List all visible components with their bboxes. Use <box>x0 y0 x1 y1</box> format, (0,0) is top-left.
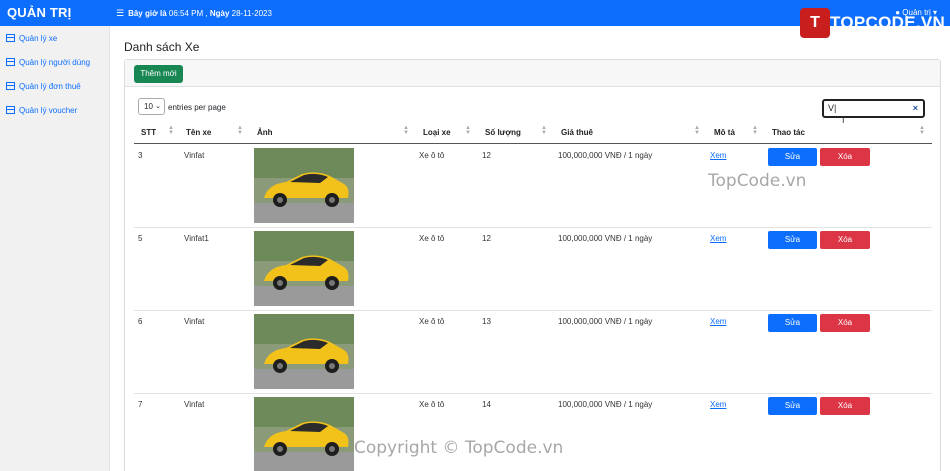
view-description-link[interactable]: Xem <box>710 400 726 409</box>
watermark-bottom: Copyright © TopCode.vn <box>354 438 564 458</box>
column-header-type[interactable]: Loại xe <box>423 128 451 137</box>
sort-icon[interactable]: ▲ ▼ <box>541 125 547 136</box>
logo-mark: T <box>800 8 830 38</box>
row-divider <box>134 393 932 394</box>
sort-icon[interactable]: ▲ ▼ <box>919 125 925 136</box>
column-header-price[interactable]: Giá thuê <box>561 128 593 137</box>
sidebar-item-vouchers[interactable]: Quản lý voucher <box>6 106 77 115</box>
delete-button[interactable]: Xóa <box>820 397 870 415</box>
sort-icon[interactable]: ▲ ▼ <box>403 125 409 136</box>
edit-button[interactable]: Sửa <box>768 231 817 249</box>
table-icon <box>6 106 15 114</box>
edit-button[interactable]: Sửa <box>768 148 817 166</box>
car-thumbnail <box>254 314 354 389</box>
cell-stt: 6 <box>138 317 143 326</box>
add-new-button[interactable]: Thêm mới <box>134 65 183 83</box>
chevron-down-icon: ⌄ <box>155 103 161 110</box>
cell-type: Xe ô tô <box>419 317 445 326</box>
table-header-divider <box>134 143 932 144</box>
table-icon <box>6 58 15 66</box>
card-header: Thêm mới <box>125 60 940 87</box>
cell-name: Vinfat <box>184 151 205 160</box>
sidebar-item-orders[interactable]: Quản lý đơn thuê <box>6 82 81 91</box>
sidebar-item-cars[interactable]: Quản lý xe <box>6 34 57 43</box>
sort-icon[interactable]: ▲ ▼ <box>237 125 243 136</box>
clear-search-icon[interactable]: × <box>913 101 918 116</box>
cell-quantity: 12 <box>482 151 491 160</box>
sidebar-item-label: Quản lý xe <box>19 34 58 43</box>
cell-type: Xe ô tô <box>419 151 445 160</box>
sort-icon[interactable]: ▲ ▼ <box>694 125 700 136</box>
sidebar-item-label: Quản lý voucher <box>19 106 78 115</box>
content-card: Thêm mới <box>124 59 941 471</box>
edit-button[interactable]: Sửa <box>768 314 817 332</box>
cell-name: Vinfat <box>184 400 205 409</box>
entries-per-page-select[interactable]: 10 ⌄ <box>138 98 165 115</box>
watermark-middle: TopCode.vn <box>708 171 807 191</box>
view-description-link[interactable]: Xem <box>710 234 726 243</box>
sidebar-item-users[interactable]: Quản lý người dùng <box>6 58 90 67</box>
brand-title[interactable]: QUẢN TRỊ <box>7 5 71 20</box>
column-header-quantity[interactable]: Số lượng <box>485 128 521 137</box>
sort-icon[interactable]: ▲ ▼ <box>465 125 471 136</box>
car-thumbnail <box>254 397 354 471</box>
page-title: Danh sách Xe <box>124 40 200 54</box>
menu-icon[interactable]: ☰ <box>116 8 124 18</box>
search-value: V| <box>828 103 837 113</box>
car-thumbnail <box>254 148 354 223</box>
sidebar-item-label: Quản lý đơn thuê <box>19 82 81 91</box>
cell-quantity: 13 <box>482 317 491 326</box>
cell-stt: 5 <box>138 234 143 243</box>
clock-prefix: Bây giờ là <box>128 9 167 18</box>
cell-quantity: 12 <box>482 234 491 243</box>
cell-name: Vinfat <box>184 317 205 326</box>
delete-button[interactable]: Xóa <box>820 148 870 166</box>
cell-name: Vinfat1 <box>184 234 209 243</box>
cell-type: Xe ô tô <box>419 234 445 243</box>
sort-icon[interactable]: ▲ ▼ <box>752 125 758 136</box>
entries-label: entries per page <box>168 103 226 112</box>
entries-value: 10 <box>144 102 153 111</box>
sort-icon[interactable]: ▲ ▼ <box>168 125 174 136</box>
delete-button[interactable]: Xóa <box>820 231 870 249</box>
row-divider <box>134 310 932 311</box>
table-icon <box>6 82 15 90</box>
cell-price: 100,000,000 VNĐ / 1 ngày <box>558 151 653 160</box>
cell-stt: 7 <box>138 400 143 409</box>
view-description-link[interactable]: Xem <box>710 151 726 160</box>
cell-price: 100,000,000 VNĐ / 1 ngày <box>558 317 653 326</box>
table-icon <box>6 34 15 42</box>
column-header-stt[interactable]: STT <box>141 128 156 137</box>
clock-time: 06:54 PM <box>168 9 204 18</box>
search-input[interactable]: V| × <box>822 99 925 118</box>
row-divider <box>134 227 932 228</box>
cell-price: 100,000,000 VNĐ / 1 ngày <box>558 400 653 409</box>
clock-date: 28-11-2023 <box>231 9 272 18</box>
cell-price: 100,000,000 VNĐ / 1 ngày <box>558 234 653 243</box>
delete-button[interactable]: Xóa <box>820 314 870 332</box>
clock-day-label: Ngày <box>209 9 230 18</box>
cell-type: Xe ô tô <box>419 400 445 409</box>
clock-display: ☰ Bây giờ là 06:54 PM , Ngày 28-11-2023 <box>116 8 272 18</box>
column-header-image[interactable]: Ảnh <box>257 128 273 137</box>
view-description-link[interactable]: Xem <box>710 317 726 326</box>
edit-button[interactable]: Sửa <box>768 397 817 415</box>
column-header-actions[interactable]: Thao tác <box>772 128 805 137</box>
column-header-name[interactable]: Tên xe <box>186 128 211 137</box>
text-cursor-icon: I <box>842 115 845 125</box>
car-thumbnail <box>254 231 354 306</box>
topcode-logo: T TOPCODE.VN <box>800 8 945 38</box>
sidebar <box>0 26 110 471</box>
logo-text: TOPCODE.VN <box>830 13 946 32</box>
cell-stt: 3 <box>138 151 143 160</box>
sidebar-item-label: Quản lý người dùng <box>19 58 91 67</box>
column-header-description[interactable]: Mô tả <box>714 128 735 137</box>
cell-quantity: 14 <box>482 400 491 409</box>
